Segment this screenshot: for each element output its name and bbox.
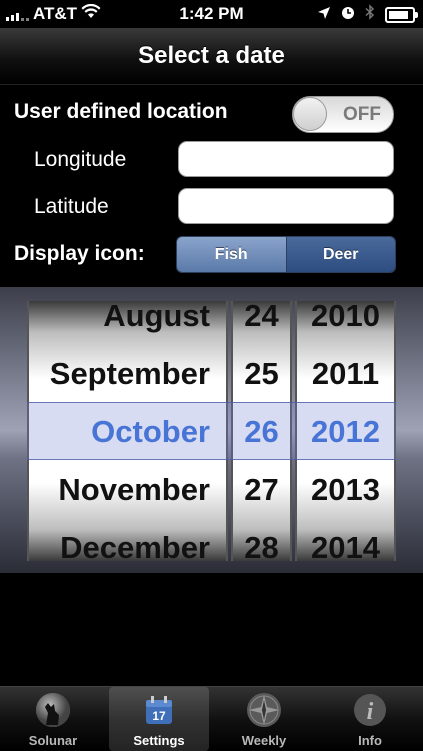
tab-solunar[interactable]: Solunar: [3, 687, 103, 751]
page-title: Select a date: [138, 42, 285, 69]
tab-label: Solunar: [28, 733, 78, 748]
month-item[interactable]: November: [29, 461, 226, 519]
tab-label: Info: [358, 733, 382, 748]
latitude-label: Latitude: [34, 195, 109, 218]
calendar-icon: 17: [140, 691, 178, 729]
battery-level: [389, 10, 408, 19]
user-location-toggle[interactable]: OFF: [292, 96, 394, 133]
battery-icon: [385, 6, 418, 23]
month-wheel[interactable]: August September October November Decemb…: [27, 301, 228, 561]
display-icon-label: Display icon:: [14, 242, 145, 265]
tab-label: Weekly: [241, 733, 287, 748]
day-item-selected[interactable]: 26: [233, 403, 290, 461]
svg-text:17: 17: [152, 709, 166, 723]
bluetooth-icon: [365, 4, 375, 25]
status-bar: AT&T 1:42 PM: [0, 0, 423, 28]
day-item[interactable]: 28: [233, 519, 290, 561]
month-item[interactable]: September: [29, 345, 226, 403]
toggle-state-label: OFF: [343, 104, 381, 125]
year-item-selected[interactable]: 2012: [297, 403, 394, 461]
status-right: [317, 4, 418, 25]
segment-deer[interactable]: Deer: [286, 237, 395, 272]
tab-settings[interactable]: 17 Settings: [109, 687, 209, 751]
compass-icon: [245, 691, 283, 729]
year-wheel[interactable]: 2010 2011 2012 2013 2014: [295, 301, 396, 561]
month-item-selected[interactable]: October: [29, 403, 226, 461]
year-item[interactable]: 2010: [297, 301, 394, 345]
day-wheel[interactable]: 24 25 26 27 28: [231, 301, 292, 561]
longitude-label: Longitude: [34, 148, 127, 171]
longitude-field[interactable]: [178, 141, 394, 177]
alarm-clock-icon: [341, 5, 355, 25]
tab-bar: Solunar 17 Settings Weekly i Info: [0, 686, 423, 751]
year-item[interactable]: 2011: [297, 345, 394, 403]
year-item[interactable]: 2013: [297, 461, 394, 519]
toggle-knob[interactable]: [293, 97, 327, 131]
tab-info[interactable]: i Info: [320, 687, 420, 751]
month-item[interactable]: December: [29, 519, 226, 561]
year-item[interactable]: 2014: [297, 519, 394, 561]
info-icon: i: [351, 691, 389, 729]
tab-label: Settings: [133, 733, 185, 748]
user-location-label: User defined location: [14, 100, 228, 123]
segment-fish[interactable]: Fish: [177, 237, 287, 272]
day-item[interactable]: 25: [233, 345, 290, 403]
latitude-field[interactable]: [178, 188, 394, 224]
month-item[interactable]: August: [29, 301, 226, 345]
wolf-moon-icon: [34, 691, 72, 729]
day-item[interactable]: 27: [233, 461, 290, 519]
day-item[interactable]: 24: [233, 301, 290, 345]
svg-text:i: i: [367, 699, 374, 725]
display-icon-segmented-control[interactable]: Fish Deer: [176, 236, 396, 273]
location-arrow-icon: [317, 5, 331, 25]
navigation-bar: Select a date: [0, 28, 423, 85]
tab-weekly[interactable]: Weekly: [214, 687, 314, 751]
